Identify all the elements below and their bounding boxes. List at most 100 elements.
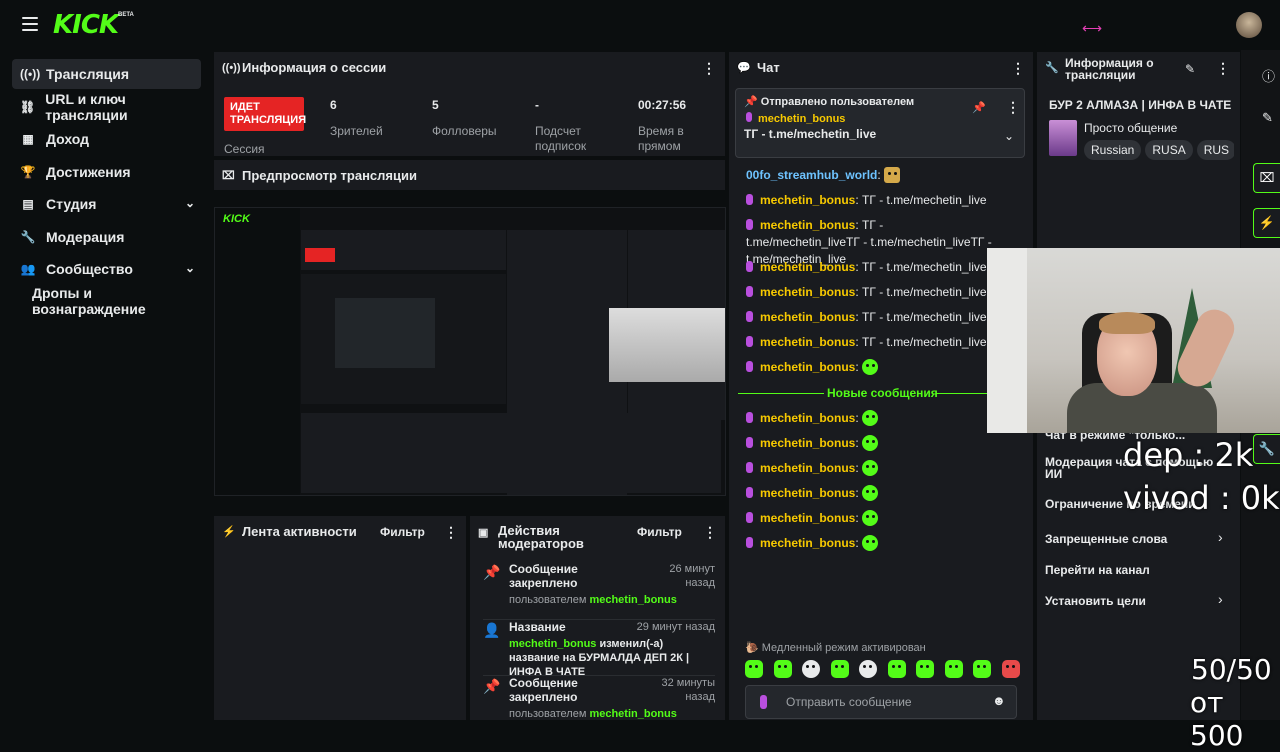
set-goals-row[interactable]: Установить цели bbox=[1045, 594, 1146, 608]
tag[interactable]: RUS bbox=[1196, 140, 1234, 160]
entry-user[interactable]: mechetin_bonus bbox=[509, 638, 596, 650]
pinned-message[interactable]: 📌 Отправлено пользователем mechetin_bonu… bbox=[735, 88, 1025, 158]
user-edit-icon: 👤 bbox=[483, 622, 501, 638]
chat-username[interactable]: mechetin_bonus bbox=[760, 411, 855, 425]
unpin-icon[interactable]: 📌 bbox=[972, 101, 986, 114]
chat-icon: 💬 bbox=[737, 62, 751, 74]
kick-logo[interactable]: KICK bbox=[53, 10, 119, 40]
camera-icon: ⌧ bbox=[222, 170, 235, 182]
chat-text: : ТГ - t.me/mechetin_live bbox=[855, 335, 987, 349]
more-options-icon[interactable]: ⋮ bbox=[1006, 99, 1020, 116]
resize-arrow-icon: ⟷ bbox=[1082, 20, 1103, 36]
banned-words-row[interactable]: Запрещенные слова bbox=[1045, 532, 1167, 546]
info-icon[interactable]: ⓘ bbox=[1262, 66, 1275, 85]
sidebar-item-community[interactable]: 👥 Сообщество ⌄ bbox=[12, 254, 201, 284]
chevron-down-icon[interactable]: ⌄ bbox=[1004, 129, 1014, 143]
chat-username[interactable]: mechetin_bonus bbox=[760, 285, 855, 299]
chat-username[interactable]: mechetin_bonus bbox=[760, 360, 855, 374]
emote-icon[interactable] bbox=[745, 660, 763, 678]
broadcast-icon: ((•)) bbox=[222, 61, 241, 74]
chat-input-placeholder: Отправить сообщение bbox=[786, 695, 912, 709]
chat-username[interactable]: mechetin_bonus bbox=[760, 310, 855, 324]
sidebar-item-moderation[interactable]: 🔧 Модерация bbox=[12, 222, 201, 252]
camera-icon[interactable]: ⌧ bbox=[1253, 163, 1280, 193]
emote-icon bbox=[862, 435, 879, 451]
chat-message: mechetin_bonus: ТГ - t.me/mechetin_live bbox=[746, 192, 996, 209]
chat-username[interactable]: mechetin_bonus bbox=[760, 193, 855, 207]
chat-username[interactable]: mechetin_bonus bbox=[760, 536, 855, 550]
chat-username[interactable]: mechetin_bonus bbox=[760, 260, 855, 274]
emote-icon[interactable] bbox=[859, 660, 878, 678]
chat-text: : ТГ - t.me/mechetin_live bbox=[855, 285, 987, 299]
stream-preview[interactable]: KICK bbox=[214, 207, 726, 496]
sidebar-item-income[interactable]: ▦ Доход bbox=[12, 124, 201, 154]
sidebar-item-stream[interactable]: ((•)) Трансляция bbox=[12, 59, 201, 89]
chat-username[interactable]: mechetin_bonus bbox=[760, 218, 855, 232]
chat-text: : bbox=[855, 511, 859, 525]
entry-time: 32 минуты назад bbox=[661, 677, 715, 703]
sidebar-item-url-key[interactable]: ⛓ URL и ключ трансляции bbox=[12, 91, 201, 123]
stat-value: 6 bbox=[330, 98, 337, 112]
chat-username[interactable]: mechetin_bonus bbox=[760, 461, 855, 475]
filter-button[interactable]: Фильтр bbox=[380, 525, 425, 539]
stat-value: - bbox=[535, 98, 539, 112]
preview-header: ⌧ Предпросмотр трансляции bbox=[222, 168, 417, 183]
panel-title: Чат bbox=[757, 60, 780, 75]
chat-text: : bbox=[855, 360, 859, 374]
pinned-user-row: mechetin_bonus bbox=[746, 112, 845, 125]
badge-icon bbox=[746, 336, 753, 347]
emote-icon bbox=[862, 535, 879, 551]
emote-icon[interactable] bbox=[944, 660, 963, 678]
sidebar-item-achievements[interactable]: 🏆 Достижения bbox=[12, 157, 201, 187]
category-name[interactable]: Просто общение bbox=[1084, 121, 1177, 135]
stat-label: Время в прямом bbox=[638, 124, 684, 153]
more-options-icon[interactable]: ⋮ bbox=[1216, 60, 1230, 77]
chat-text: : bbox=[855, 486, 859, 500]
emote-icon[interactable] bbox=[830, 660, 849, 678]
entry-user[interactable]: mechetin_bonus bbox=[589, 708, 676, 720]
emote-icon[interactable] bbox=[916, 660, 935, 678]
edit-icon[interactable]: ✎ bbox=[1262, 110, 1273, 126]
more-options-icon[interactable]: ⋮ bbox=[702, 60, 716, 77]
chat-username[interactable]: mechetin_bonus bbox=[760, 511, 855, 525]
emote-icon[interactable] bbox=[1001, 660, 1020, 678]
mod-actions-header: ▣ Действия модераторов bbox=[478, 524, 588, 550]
category-thumbnail[interactable] bbox=[1049, 120, 1077, 156]
tag[interactable]: Russian bbox=[1084, 140, 1142, 160]
entry-title: Сообщение закреплено bbox=[509, 562, 578, 590]
panel-title: Информация о сессии bbox=[242, 60, 387, 75]
filter-button[interactable]: Фильтр bbox=[637, 525, 682, 539]
edit-icon[interactable]: ✎ bbox=[1185, 62, 1195, 76]
go-to-channel-row[interactable]: Перейти на канал bbox=[1045, 563, 1150, 577]
tag[interactable]: RUSA bbox=[1145, 140, 1193, 160]
sidebar-item-studio[interactable]: ▤ Студия ⌄ bbox=[12, 189, 201, 219]
badge-icon bbox=[760, 695, 767, 709]
badge-icon bbox=[746, 194, 753, 205]
emote-icon[interactable] bbox=[887, 660, 906, 678]
chat-username[interactable]: 00fo_streamhub_world bbox=[746, 168, 877, 182]
more-options-icon[interactable]: ⋮ bbox=[703, 524, 717, 541]
user-avatar[interactable] bbox=[1236, 12, 1262, 38]
emote-icon[interactable] bbox=[802, 660, 821, 678]
bolt-icon[interactable]: ⚡ bbox=[1253, 208, 1280, 238]
chat-message: mechetin_bonus: ТГ - t.me/mechetin_live bbox=[746, 334, 996, 351]
session-info-header: ((•)) Информация о сессии bbox=[222, 60, 386, 75]
badge-icon bbox=[746, 286, 753, 297]
chat-username[interactable]: mechetin_bonus bbox=[760, 436, 855, 450]
more-options-icon[interactable]: ⋮ bbox=[1011, 60, 1025, 77]
pinned-user[interactable]: mechetin_bonus bbox=[758, 113, 845, 125]
chat-username[interactable]: mechetin_bonus bbox=[760, 486, 855, 500]
emote-icon[interactable] bbox=[773, 660, 792, 678]
chat-input[interactable]: Отправить сообщение ☻ bbox=[745, 685, 1017, 719]
more-options-icon[interactable]: ⋮ bbox=[444, 524, 458, 541]
emote-icon[interactable] bbox=[973, 660, 992, 678]
wrench-icon[interactable]: 🔧 bbox=[1253, 434, 1280, 464]
chat-username[interactable]: mechetin_bonus bbox=[760, 335, 855, 349]
pinned-text: ТГ - t.me/mechetin_live bbox=[744, 127, 877, 141]
entry-user[interactable]: mechetin_bonus bbox=[589, 594, 676, 606]
vivod-overlay: vivod : 0k bbox=[1123, 479, 1280, 517]
stat-subs: - Подсчет подписок bbox=[535, 98, 615, 154]
menu-icon[interactable] bbox=[22, 17, 38, 31]
emoji-icon[interactable]: ☻ bbox=[992, 693, 1006, 708]
sidebar-item-drops[interactable]: Дропы и вознаграждение bbox=[12, 285, 201, 317]
